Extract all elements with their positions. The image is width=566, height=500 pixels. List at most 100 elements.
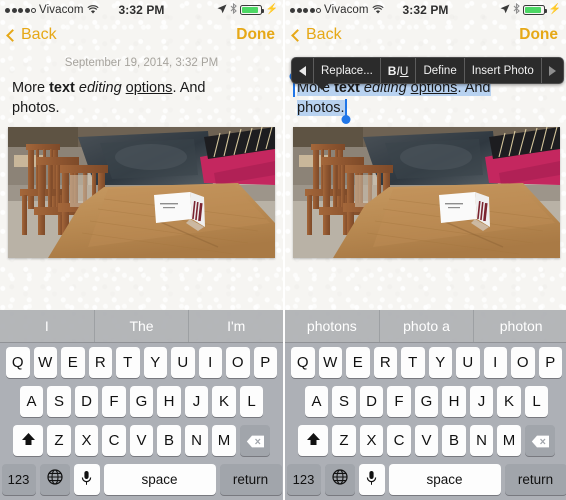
key-h[interactable]: H: [157, 386, 181, 417]
suggestion-bar-right[interactable]: photons photo a photon: [285, 310, 566, 343]
key-x[interactable]: X: [74, 425, 99, 456]
menu-define-button[interactable]: Define: [415, 58, 463, 83]
key-t[interactable]: T: [116, 347, 140, 378]
key-y[interactable]: Y: [428, 347, 452, 378]
suggestion-item[interactable]: photons: [285, 310, 379, 342]
microphone-key[interactable]: [73, 464, 100, 495]
key-q[interactable]: Q: [6, 347, 30, 378]
key-c[interactable]: C: [387, 425, 411, 456]
delete-key[interactable]: [524, 425, 555, 456]
back-button[interactable]: Back: [291, 26, 342, 44]
key-s[interactable]: S: [47, 386, 71, 417]
key-u[interactable]: U: [456, 347, 480, 378]
key-d[interactable]: D: [74, 386, 99, 417]
key-a[interactable]: A: [19, 386, 44, 417]
key-e[interactable]: E: [346, 347, 370, 378]
delete-key[interactable]: [239, 425, 270, 456]
key-k[interactable]: K: [497, 386, 521, 417]
signal-strength-dots: [290, 7, 321, 13]
note-photo[interactable]: [293, 127, 560, 258]
suggestion-item[interactable]: photon: [473, 310, 566, 342]
space-key[interactable]: space: [388, 464, 501, 495]
note-photo-wrapper[interactable]: [293, 127, 560, 258]
key-s[interactable]: S: [332, 386, 356, 417]
key-t[interactable]: T: [401, 347, 425, 378]
done-button[interactable]: Done: [236, 26, 275, 44]
key-k[interactable]: K: [212, 386, 236, 417]
key-j[interactable]: J: [184, 386, 209, 417]
keyboard-left[interactable]: I The I'm Q W E R T Y U I O P A S D F G …: [0, 310, 283, 500]
key-y[interactable]: Y: [143, 347, 167, 378]
key-p[interactable]: P: [538, 347, 562, 378]
key-r[interactable]: R: [88, 347, 112, 378]
key-f[interactable]: F: [102, 386, 126, 417]
back-button[interactable]: Back: [6, 26, 57, 44]
note-text-italic: editing: [78, 80, 122, 96]
key-o[interactable]: O: [226, 347, 250, 378]
selection-end-handle[interactable]: [345, 99, 347, 117]
suggestion-item[interactable]: I: [0, 310, 94, 342]
keyboard-keys-left[interactable]: Q W E R T Y U I O P A S D F G H J K L Z …: [0, 343, 283, 500]
key-f[interactable]: F: [387, 386, 411, 417]
shift-key[interactable]: [13, 425, 44, 456]
key-o[interactable]: O: [511, 347, 535, 378]
return-key[interactable]: return: [219, 464, 282, 495]
suggestion-bar-left[interactable]: I The I'm: [0, 310, 283, 343]
return-key[interactable]: return: [504, 464, 566, 495]
key-r[interactable]: R: [373, 347, 397, 378]
note-text-underline: options: [125, 80, 173, 96]
done-button[interactable]: Done: [519, 26, 558, 44]
key-x[interactable]: X: [359, 425, 384, 456]
suggestion-item[interactable]: The: [93, 310, 189, 342]
shift-key[interactable]: [298, 425, 329, 456]
key-b[interactable]: B: [157, 425, 181, 456]
key-n[interactable]: N: [469, 425, 494, 456]
note-body-left[interactable]: September 19, 2014, 3:32 PM More text ed…: [0, 57, 283, 118]
text-edit-popup-menu[interactable]: Replace... BIU Define Insert Photo: [291, 57, 564, 84]
key-w[interactable]: W: [33, 347, 57, 378]
key-v[interactable]: V: [129, 425, 154, 456]
key-g[interactable]: G: [414, 386, 439, 417]
key-h[interactable]: H: [442, 386, 466, 417]
key-j[interactable]: J: [469, 386, 494, 417]
key-p[interactable]: P: [253, 347, 277, 378]
keyboard-keys-right[interactable]: Q W E R T Y U I O P A S D F G H J K L Z …: [285, 343, 566, 500]
microphone-key[interactable]: [358, 464, 385, 495]
key-m[interactable]: M: [497, 425, 521, 456]
key-m[interactable]: M: [212, 425, 236, 456]
menu-prev-button[interactable]: [292, 58, 313, 83]
key-g[interactable]: G: [129, 386, 154, 417]
key-u[interactable]: U: [171, 347, 195, 378]
key-a[interactable]: A: [304, 386, 329, 417]
menu-format-button[interactable]: BIU: [379, 58, 416, 83]
space-key[interactable]: space: [103, 464, 216, 495]
note-text-content[interactable]: More text editing options. And photos.: [293, 78, 554, 118]
key-i[interactable]: I: [198, 347, 222, 378]
suggestion-item[interactable]: I'm: [188, 310, 283, 342]
note-photo[interactable]: [8, 127, 275, 258]
key-q[interactable]: Q: [291, 347, 315, 378]
key-e[interactable]: E: [61, 347, 85, 378]
key-i[interactable]: I: [483, 347, 507, 378]
globe-key[interactable]: [324, 464, 355, 495]
note-photo-wrapper[interactable]: [8, 127, 275, 258]
key-z[interactable]: Z: [332, 425, 356, 456]
key-n[interactable]: N: [184, 425, 209, 456]
key-c[interactable]: C: [102, 425, 126, 456]
key-b[interactable]: B: [442, 425, 466, 456]
note-text-content[interactable]: More text editing options. And photos.: [12, 78, 271, 118]
key-l[interactable]: L: [239, 386, 264, 417]
key-d[interactable]: D: [359, 386, 384, 417]
key-z[interactable]: Z: [47, 425, 71, 456]
numbers-key[interactable]: 123: [1, 464, 36, 495]
globe-key[interactable]: [39, 464, 70, 495]
numbers-key[interactable]: 123: [286, 464, 321, 495]
menu-replace-button[interactable]: Replace...: [313, 58, 380, 83]
keyboard-right[interactable]: photons photo a photon Q W E R T Y U I O…: [285, 310, 566, 500]
key-l[interactable]: L: [524, 386, 549, 417]
menu-next-button[interactable]: [540, 58, 563, 83]
menu-insert-photo-button[interactable]: Insert Photo: [463, 58, 541, 83]
key-w[interactable]: W: [318, 347, 342, 378]
key-v[interactable]: V: [414, 425, 439, 456]
suggestion-item[interactable]: photo a: [378, 310, 474, 342]
